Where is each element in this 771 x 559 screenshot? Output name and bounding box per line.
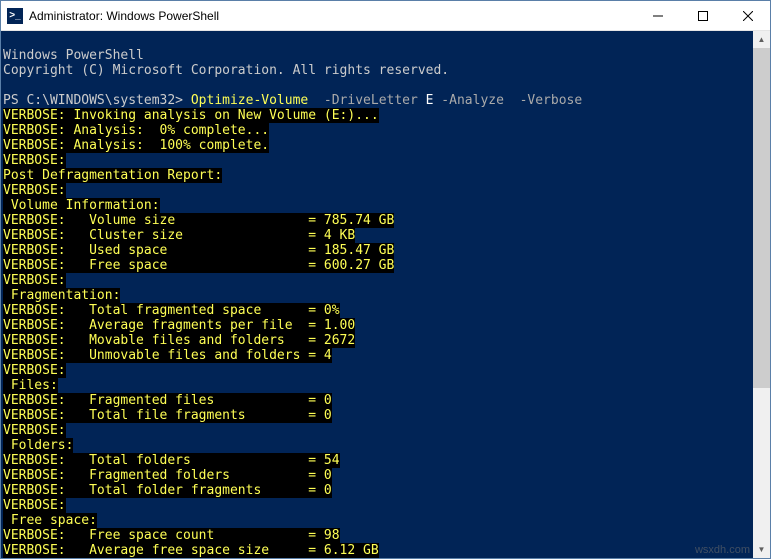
scrollbar[interactable]: ▲ ▼ [753, 31, 770, 558]
prompt-param-3: -Verbose [520, 93, 583, 108]
terminal-area[interactable]: Windows PowerShell Copyright (C) Microso… [1, 31, 770, 558]
scroll-up-button[interactable]: ▲ [753, 31, 770, 48]
window-controls [635, 1, 770, 30]
powershell-window: >_ Administrator: Windows PowerShell Win… [0, 0, 771, 559]
minimize-button[interactable] [635, 1, 680, 30]
prompt-path: PS C:\WINDOWS\system32> [3, 93, 191, 108]
titlebar: >_ Administrator: Windows PowerShell [1, 1, 770, 31]
powershell-icon: >_ [7, 8, 23, 24]
scroll-track[interactable] [753, 48, 770, 541]
close-button[interactable] [725, 1, 770, 30]
scroll-thumb[interactable] [753, 48, 770, 388]
prompt-param-1: -DriveLetter [308, 93, 425, 108]
header-line-2: Copyright (C) Microsoft Corporation. All… [3, 63, 449, 78]
scroll-down-button[interactable]: ▼ [753, 541, 770, 558]
watermark: wsxdh.com [695, 544, 750, 556]
maximize-button[interactable] [680, 1, 725, 30]
header-line-1: Windows PowerShell [3, 48, 144, 63]
prompt-param-2: -Analyze [433, 93, 519, 108]
verbose-output: VERBOSE: Invoking analysis on New Volume… [3, 108, 768, 558]
window-title: Administrator: Windows PowerShell [29, 9, 635, 23]
prompt-command: Optimize-Volume [191, 93, 308, 108]
